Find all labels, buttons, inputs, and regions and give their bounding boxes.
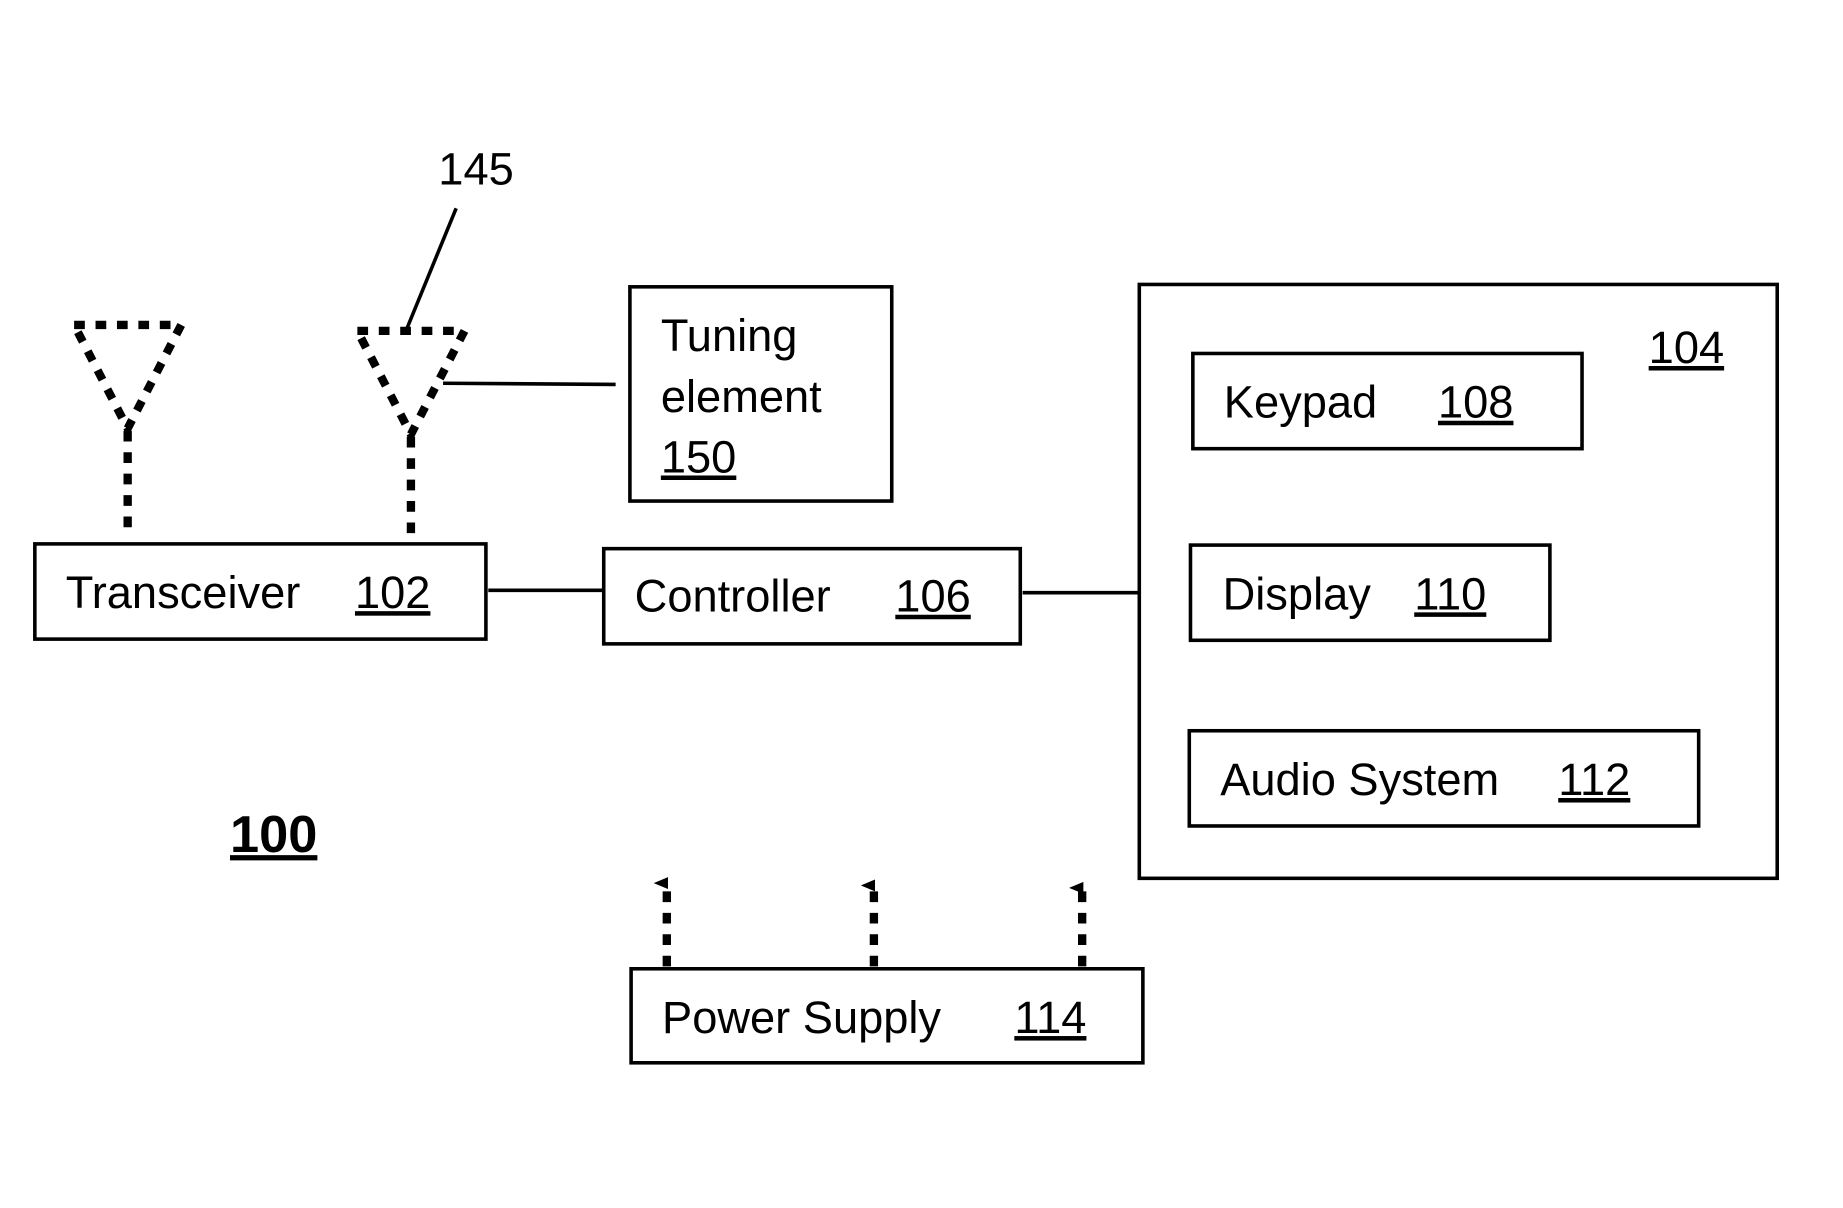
transceiver-ref: 102	[355, 567, 430, 618]
controller-ref: 106	[895, 571, 970, 622]
figure-ref-label: 100	[230, 806, 317, 864]
antenna-left-icon	[67, 320, 189, 538]
display-ref: 110	[1414, 568, 1486, 619]
antenna-right-icon	[350, 326, 472, 542]
power-supply-ref: 114	[1014, 992, 1086, 1043]
display-label: Display	[1223, 568, 1372, 619]
keypad-label: Keypad	[1224, 377, 1377, 428]
user-interface-ref: 104	[1649, 322, 1724, 373]
block-diagram: 145 Tuning element 150 Transceiver 102 C…	[33, 143, 1780, 1065]
transceiver-label: Transceiver	[66, 567, 301, 618]
tuning-label-line2: element	[661, 371, 822, 422]
audio-system-ref: 112	[1558, 754, 1630, 805]
tuning-connector-line	[443, 381, 616, 387]
power-supply-label: Power Supply	[662, 992, 941, 1043]
tuning-ref: 150	[661, 431, 736, 482]
keypad-ref: 108	[1438, 377, 1513, 428]
controller-label: Controller	[635, 571, 831, 622]
tuning-label-line1: Tuning	[661, 310, 798, 361]
antenna-ref-label: 145	[438, 143, 513, 194]
antenna-leader-line	[403, 207, 458, 334]
audio-system-label: Audio System	[1220, 754, 1499, 805]
